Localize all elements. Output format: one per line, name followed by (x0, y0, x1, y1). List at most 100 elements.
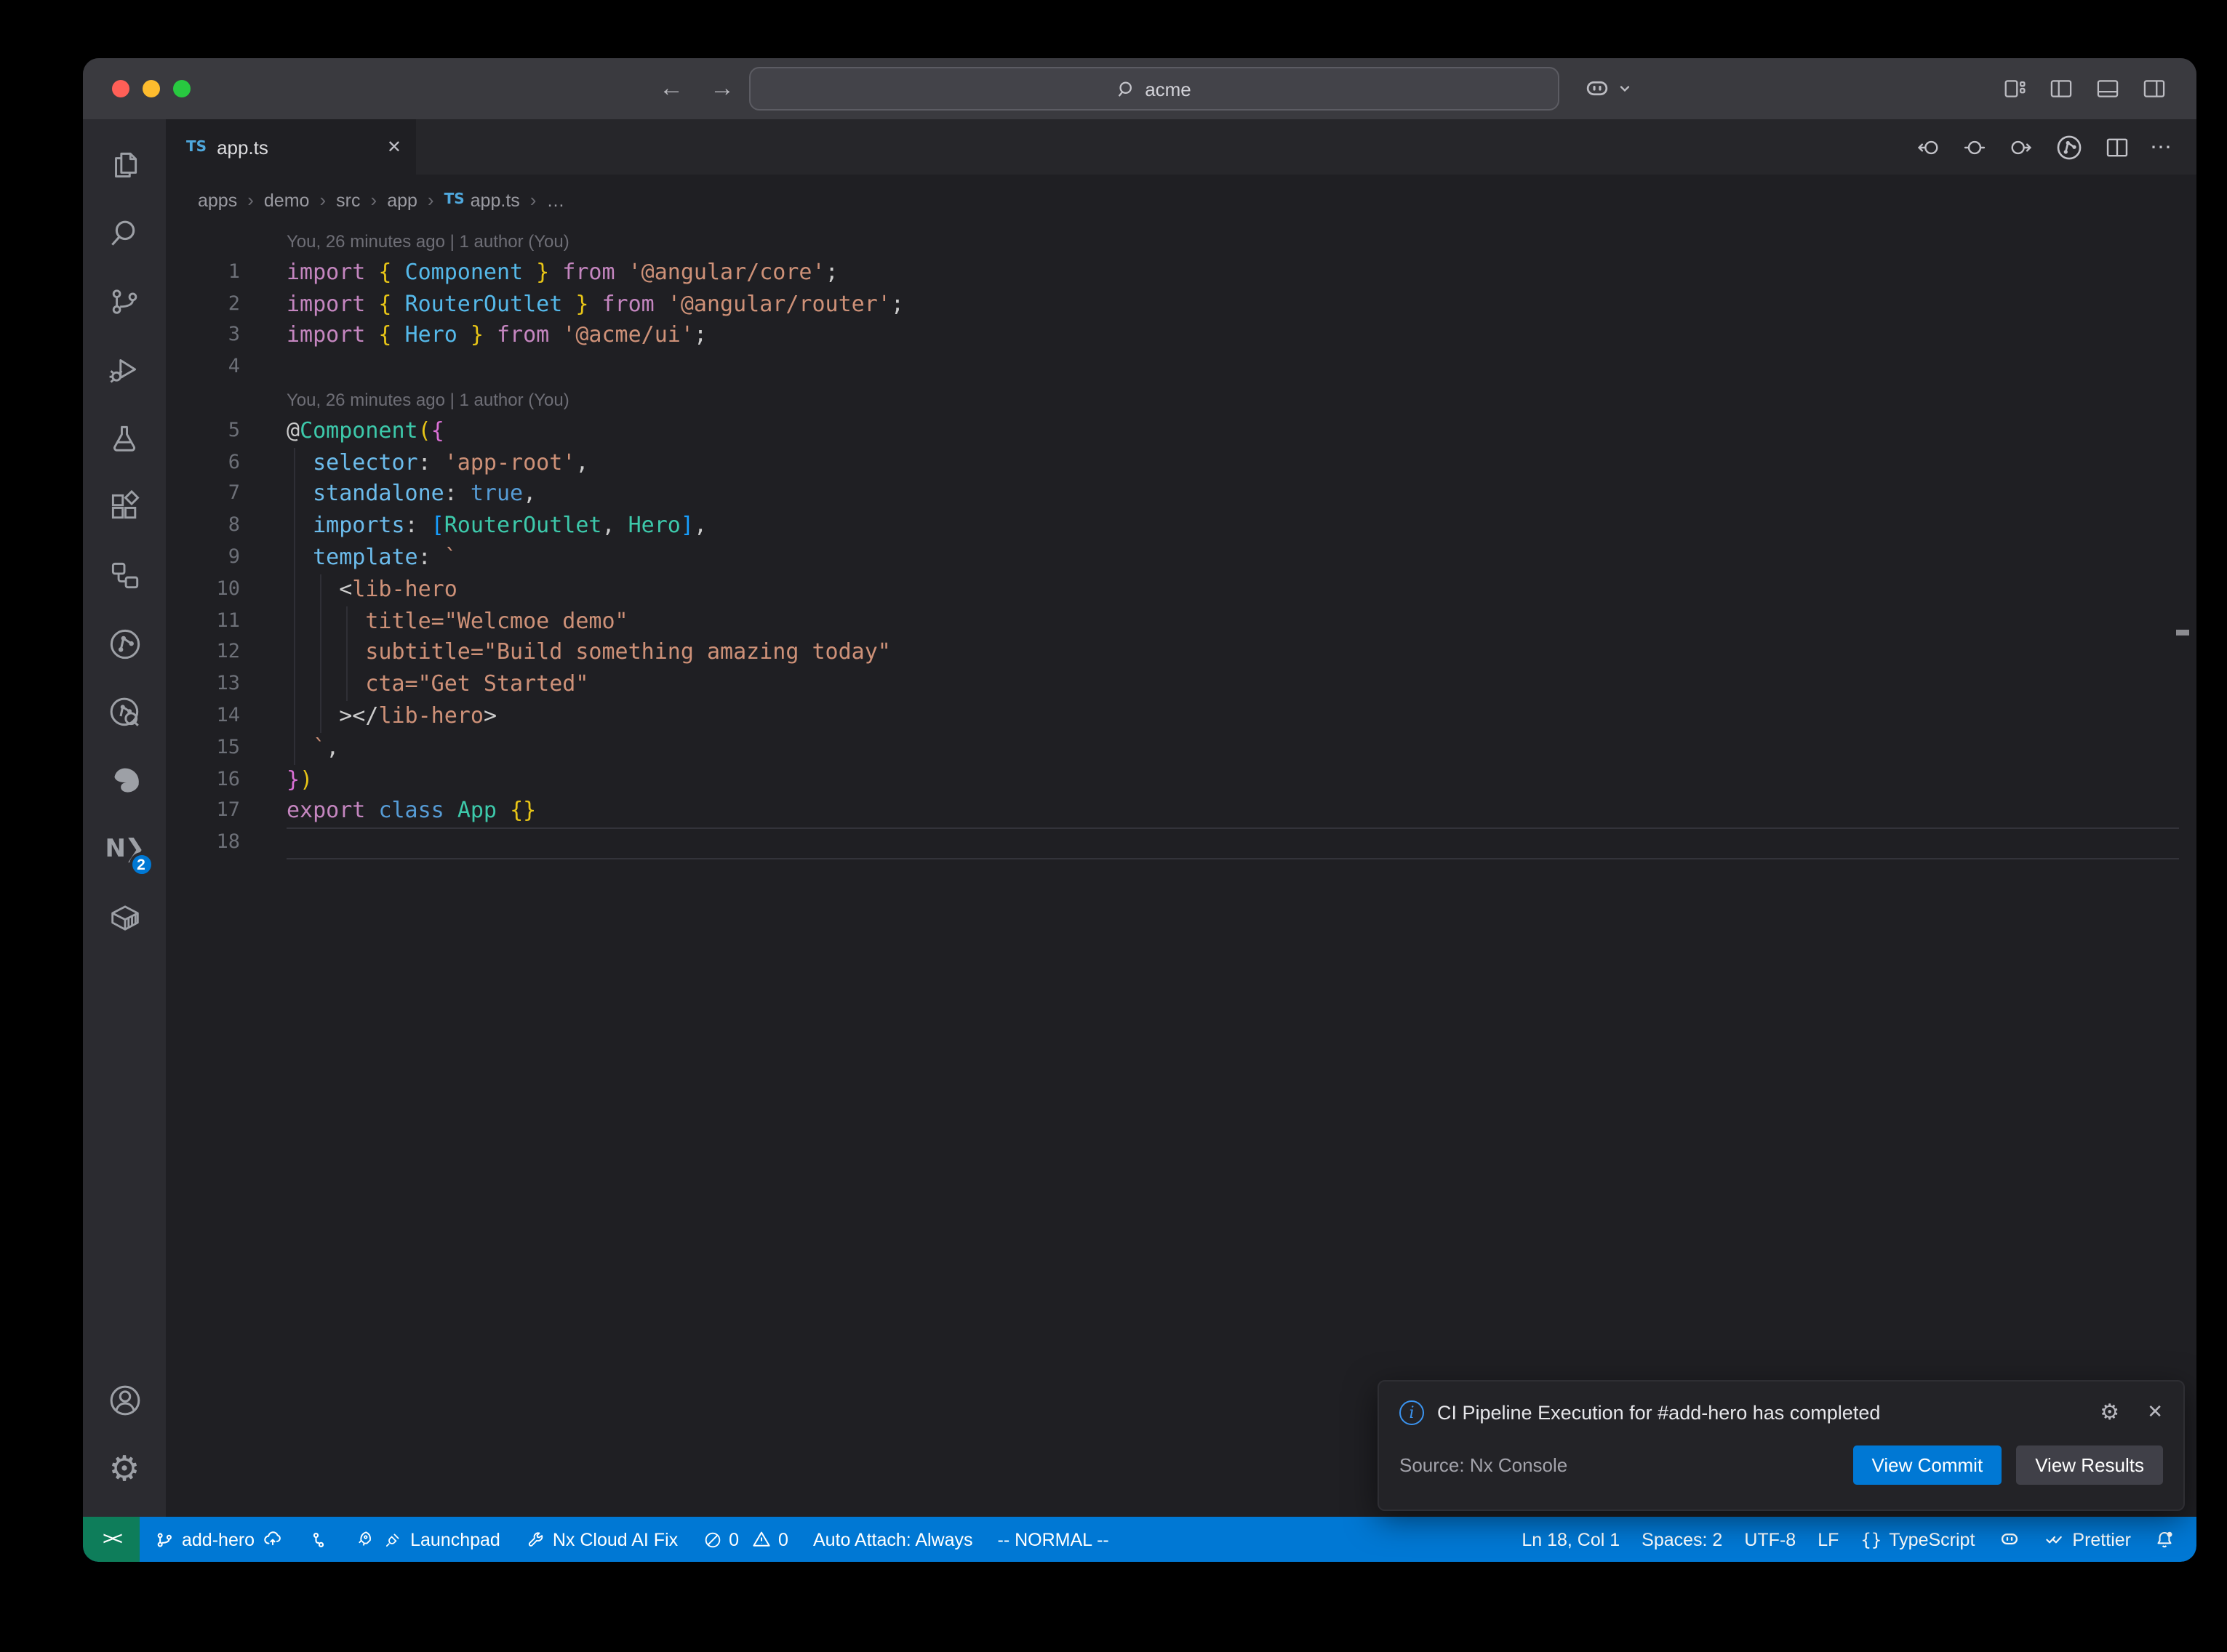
screen: ← → acme (0, 0, 2227, 1652)
code-line[interactable]: 8 imports: [RouterOutlet, Hero], (166, 510, 2196, 542)
code-line[interactable]: 5@Component({ (166, 416, 2196, 448)
blame-annotation-line[interactable]: You, 26 minutes ago | 1 author (You) (166, 384, 2196, 416)
indent-guide (346, 606, 348, 701)
code-line[interactable]: 6 selector: 'app-root', (166, 447, 2196, 479)
blame-annotation-line[interactable]: You, 26 minutes ago | 1 author (You) (166, 225, 2196, 257)
notifications-bell-icon[interactable] (2153, 1528, 2176, 1551)
nx-cloud-ai-fix-status[interactable]: Nx Cloud AI Fix (525, 1529, 678, 1549)
notification-toast: i CI Pipeline Execution for #add-hero ha… (1378, 1380, 2185, 1511)
breadcrumb-item[interactable]: src (336, 190, 360, 210)
code-line[interactable]: 7 standalone: true, (166, 479, 2196, 511)
breadcrumb-item[interactable]: … (546, 190, 564, 210)
zoom-window-button[interactable] (173, 80, 191, 97)
encoding-status[interactable]: UTF-8 (1744, 1529, 1796, 1549)
nx-graph-icon[interactable] (2054, 132, 2084, 162)
tab-app-ts[interactable]: TS app.ts ✕ (166, 119, 416, 175)
double-check-icon (2043, 1528, 2065, 1550)
formatter-status[interactable]: Prettier (2043, 1528, 2131, 1550)
account-icon[interactable] (92, 1366, 156, 1434)
code-line[interactable]: 17export class App {} (166, 796, 2196, 828)
run-back-icon[interactable] (1914, 133, 1942, 161)
command-center-search[interactable]: acme (749, 67, 1559, 111)
code-line[interactable]: 12 subtitle="Build something amazing tod… (166, 638, 2196, 670)
line-number: 2 (166, 289, 240, 321)
code-line[interactable]: 15 `, (166, 733, 2196, 765)
problems-status[interactable]: 0 0 (703, 1528, 788, 1550)
navigate-forward-icon[interactable]: → (710, 74, 735, 103)
notification-close-icon[interactable]: ✕ (2147, 1400, 2163, 1424)
breadcrumb-item[interactable]: app (387, 190, 417, 210)
code-line[interactable]: 3import { Hero } from '@acme/ui'; (166, 321, 2196, 353)
code-line[interactable]: 9 template: ` (166, 542, 2196, 574)
notification-title: CI Pipeline Execution for #add-hero has … (1437, 1401, 2087, 1423)
navigate-back-icon[interactable]: ← (659, 74, 684, 103)
tab-label: app.ts (217, 136, 268, 158)
view-commit-button[interactable]: View Commit (1853, 1446, 2002, 1485)
nx-graph-search-icon[interactable] (92, 678, 156, 746)
eol-status[interactable]: LF (1818, 1529, 1839, 1549)
containers-icon[interactable] (92, 883, 156, 951)
auto-attach-status[interactable]: Auto Attach: Always (813, 1529, 973, 1549)
explorer-icon[interactable] (92, 131, 156, 199)
code-line[interactable]: 14 ></lib-hero> (166, 701, 2196, 733)
code-line[interactable]: 11 title="Welcmoe demo" (166, 606, 2196, 638)
code-line[interactable]: 13 cta="Get Started" (166, 669, 2196, 701)
run-forward-icon[interactable] (2007, 133, 2035, 161)
code-line[interactable]: 10 <lib-hero (166, 574, 2196, 606)
line-number: 14 (166, 701, 240, 733)
copilot-icon[interactable] (1581, 73, 1613, 105)
chevron-down-icon[interactable] (1618, 81, 1632, 96)
breadcrumb-item[interactable]: TSapp.ts (444, 190, 520, 210)
breadcrumb-item[interactable]: apps (198, 190, 237, 210)
tab-close-icon[interactable]: ✕ (387, 137, 401, 157)
code-line[interactable]: 2import { RouterOutlet } from '@angular/… (166, 289, 2196, 321)
notification-settings-gear-icon[interactable]: ⚙ (2100, 1399, 2119, 1425)
view-results-button[interactable]: View Results (2016, 1446, 2163, 1485)
language-mode-status[interactable]: {} TypeScript (1860, 1529, 1975, 1549)
line-number (166, 384, 240, 416)
toggle-panel-icon[interactable] (2095, 76, 2121, 102)
breadcrumb-item[interactable]: demo (264, 190, 310, 210)
more-actions-icon[interactable]: ⋯ (2150, 134, 2173, 160)
edge-tools-icon[interactable] (92, 746, 156, 814)
indentation-status[interactable]: Spaces: 2 (1642, 1529, 1722, 1549)
run-current-icon[interactable] (1961, 133, 1988, 161)
git-branch-status[interactable]: add-hero (154, 1528, 284, 1550)
close-window-button[interactable] (112, 80, 129, 97)
code-line[interactable]: 16}) (166, 764, 2196, 796)
toggle-secondary-sidebar-icon[interactable] (2141, 76, 2167, 102)
customize-layout-icon[interactable] (2002, 76, 2028, 102)
extensions-icon[interactable] (92, 473, 156, 541)
run-debug-icon[interactable] (92, 336, 156, 404)
related-views-icon[interactable] (92, 541, 156, 609)
testing-icon[interactable] (92, 404, 156, 473)
nx-console-badge: 2 (129, 852, 153, 877)
code-editor[interactable]: You, 26 minutes ago | 1 author (You) 1imp… (166, 225, 2196, 1517)
split-editor-icon[interactable] (2103, 133, 2131, 161)
toggle-primary-sidebar-icon[interactable] (2048, 76, 2074, 102)
source-control-icon[interactable] (92, 268, 156, 336)
nx-project-graph-icon[interactable] (92, 609, 156, 678)
indent-guide (294, 447, 295, 764)
search-icon[interactable] (92, 199, 156, 268)
search-icon (1117, 79, 1136, 98)
breadcrumb-separator-icon: › (319, 189, 326, 211)
status-bar: >< add-hero Launchpad Nx Cloud AI Fix (83, 1517, 2196, 1562)
vim-mode-status[interactable]: -- NORMAL -- (998, 1529, 1109, 1549)
launchpad-status[interactable]: Launchpad (353, 1528, 500, 1550)
blame-text: You, 26 minutes ago | 1 author (You) (287, 231, 569, 252)
settings-gear-icon[interactable]: ⚙ (92, 1434, 156, 1502)
breadcrumb-separator-icon: › (247, 189, 254, 211)
warnings-icon (751, 1528, 772, 1550)
current-line-highlight (287, 827, 2179, 859)
nx-cloud-label: Nx Cloud AI Fix (553, 1529, 678, 1549)
git-graph-status-icon[interactable] (308, 1529, 329, 1549)
minimize-window-button[interactable] (143, 80, 160, 97)
plug-icon (383, 1529, 403, 1549)
cursor-position-status[interactable]: Ln 18, Col 1 (1522, 1529, 1620, 1549)
code-line[interactable]: 4 (166, 352, 2196, 384)
remote-indicator[interactable]: >< (83, 1517, 140, 1562)
nx-console-icon[interactable]: N❯ 2 (92, 814, 156, 883)
code-line[interactable]: 1import { Component } from '@angular/cor… (166, 257, 2196, 289)
copilot-status-icon[interactable] (1996, 1527, 2021, 1552)
